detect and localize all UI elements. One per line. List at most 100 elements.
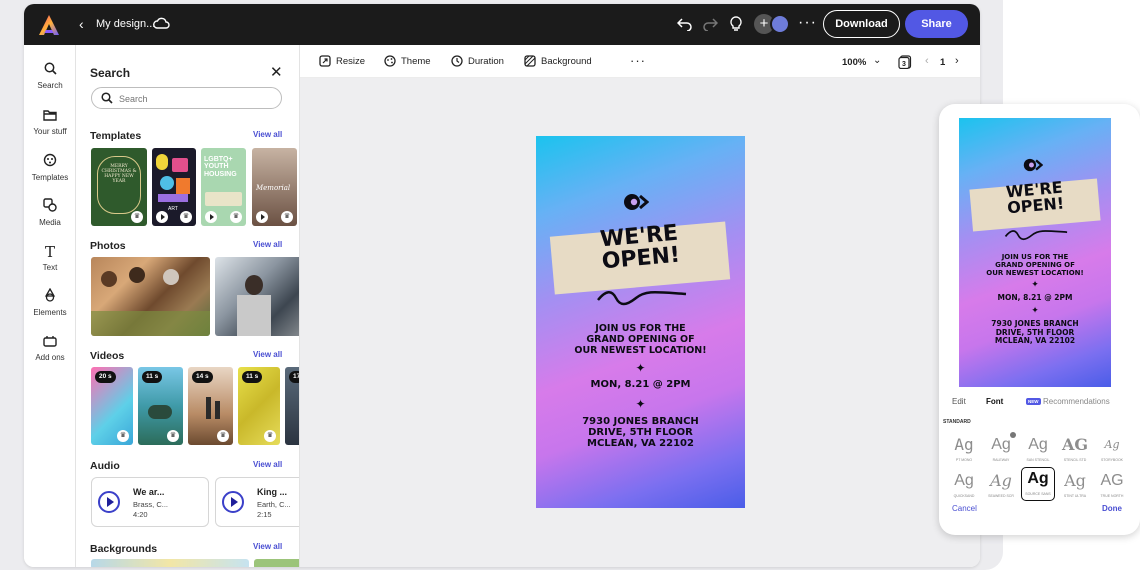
photo-thumb[interactable] xyxy=(91,257,210,336)
font-glyph: Ag xyxy=(954,435,974,454)
font-option[interactable]: Ag STINT ULTRA xyxy=(1058,470,1092,504)
document-title[interactable]: My design... xyxy=(96,18,155,30)
audio-card[interactable]: We ar... Brass, C... 4:20 xyxy=(91,477,209,527)
video-thumb[interactable]: 11 s ♛ xyxy=(238,367,280,445)
play-icon[interactable] xyxy=(222,491,244,513)
font-option[interactable]: Ag PT MONO xyxy=(947,434,981,468)
previous-page-icon[interactable]: ‹ xyxy=(925,55,929,67)
font-glyph: Ag xyxy=(1064,471,1086,490)
template-thumb[interactable]: LGBTQ+ YOUTH HOUSING ♛ xyxy=(201,148,246,226)
share-button[interactable]: Share xyxy=(905,10,968,38)
view-all-photos-link[interactable]: View all xyxy=(253,240,282,249)
premium-crown-icon: ♛ xyxy=(167,430,179,442)
view-all-backgrounds-link[interactable]: View all xyxy=(253,542,282,551)
clock-icon xyxy=(451,55,463,67)
premium-crown-icon: ♛ xyxy=(281,211,293,223)
theme-button[interactable]: Theme xyxy=(384,55,431,67)
background-thumb[interactable] xyxy=(91,559,249,567)
audio-subtitle: Earth, C... xyxy=(257,500,291,509)
premium-crown-icon: ♛ xyxy=(117,430,129,442)
rail-item-templates[interactable]: Templates xyxy=(24,153,76,182)
cancel-button[interactable]: Cancel xyxy=(952,504,977,513)
resize-button[interactable]: Resize xyxy=(319,55,365,67)
sparkle-icon: ✦ xyxy=(1031,280,1039,290)
canvas-area[interactable]: WE'RE OPEN! JOIN US FOR THE GRAND OPENIN… xyxy=(300,78,980,567)
section-title-videos: Videos xyxy=(90,350,125,362)
avatar[interactable] xyxy=(770,14,790,34)
duration-button[interactable]: Duration xyxy=(451,55,504,67)
premium-crown-icon: ♛ xyxy=(264,430,276,442)
close-icon[interactable]: ✕ xyxy=(270,63,283,81)
video-thumb[interactable]: 17 xyxy=(285,367,299,445)
back-chevron-icon[interactable]: ‹ xyxy=(79,16,84,32)
poster-artboard[interactable]: WE'RE OPEN! JOIN US FOR THE GRAND OPENIN… xyxy=(536,136,745,508)
font-option[interactable]: Ag RALEWAY xyxy=(984,432,1018,468)
pages-icon[interactable]: 3 xyxy=(898,55,912,69)
page-number: 1 xyxy=(940,57,946,68)
tab-recommendations[interactable]: Recommendations xyxy=(1043,397,1110,406)
rail-item-your-stuff[interactable]: Your stuff xyxy=(24,107,76,136)
search-input[interactable] xyxy=(119,91,269,106)
background-button[interactable]: Background xyxy=(524,55,592,67)
font-option[interactable]: Ag STORYBOOK xyxy=(1095,434,1129,468)
redo-icon[interactable] xyxy=(701,15,719,33)
font-option[interactable]: Ag QUICKSAND xyxy=(947,470,981,504)
rail-item-add-ons[interactable]: Add ons xyxy=(24,333,76,362)
font-name: STINT ULTRA xyxy=(1063,494,1087,498)
search-field[interactable] xyxy=(91,87,282,109)
font-option[interactable]: Ag SEAWEED SCR xyxy=(984,470,1018,504)
panel-title: Search xyxy=(90,66,131,80)
play-icon[interactable] xyxy=(98,491,120,513)
audio-duration: 2:15 xyxy=(257,510,272,519)
video-thumb[interactable]: 14 s ♛ xyxy=(188,367,233,445)
font-option-selected[interactable]: Ag SOURCE SANS xyxy=(1021,467,1055,501)
tab-font[interactable]: Font xyxy=(986,397,1003,406)
play-icon xyxy=(205,211,217,223)
cloud-icon[interactable] xyxy=(153,16,170,30)
audio-card[interactable]: King ... Earth, C... 2:15 xyxy=(215,477,299,527)
font-name: SAN STENCIL xyxy=(1026,458,1050,462)
background-icon xyxy=(524,55,536,67)
font-glyph: Ag xyxy=(954,472,974,489)
font-option[interactable]: AG STENCIL STD xyxy=(1058,434,1092,468)
font-option[interactable]: Ag SAN STENCIL xyxy=(1021,434,1055,468)
lightbulb-icon[interactable] xyxy=(727,15,745,33)
chevron-down-icon[interactable]: ⌄ xyxy=(873,55,881,66)
top-bar: ‹ My design... + ··· Download Share xyxy=(24,4,980,45)
font-name: TRUE NORTH xyxy=(1100,494,1124,498)
play-icon xyxy=(256,211,268,223)
tab-edit[interactable]: Edit xyxy=(952,397,966,406)
template-thumb[interactable]: ART ♛ xyxy=(152,148,196,226)
done-button[interactable]: Done xyxy=(1102,504,1122,513)
collaborators[interactable]: + xyxy=(754,14,790,34)
download-dot-icon xyxy=(1010,432,1016,438)
adobe-express-logo[interactable] xyxy=(38,14,60,36)
video-thumb[interactable]: 20 s ♛ xyxy=(91,367,133,445)
media-icon xyxy=(24,198,76,216)
view-all-audio-link[interactable]: View all xyxy=(253,460,282,469)
zoom-level[interactable]: 100% xyxy=(842,57,866,68)
template-thumb[interactable]: Memorial ♛ xyxy=(252,148,297,226)
duration-badge: 11 s xyxy=(242,371,263,383)
font-option[interactable]: AG TRUE NORTH xyxy=(1095,470,1129,504)
rail-item-media[interactable]: Media xyxy=(24,198,76,227)
view-all-templates-link[interactable]: View all xyxy=(253,130,282,139)
undo-icon[interactable] xyxy=(675,15,693,33)
video-thumb[interactable]: 11 s ♛ xyxy=(138,367,183,445)
font-glyph: Ag xyxy=(990,471,1012,490)
download-button[interactable]: Download xyxy=(823,10,900,38)
next-page-icon[interactable]: › xyxy=(955,55,959,67)
rail-item-text[interactable]: T Text xyxy=(24,243,76,272)
rail-item-elements[interactable]: Elements xyxy=(24,287,76,317)
more-options-icon[interactable]: ··· xyxy=(630,53,646,68)
poster-address-line: DRIVE, 5TH FLOOR xyxy=(588,427,693,438)
view-all-videos-link[interactable]: View all xyxy=(253,350,282,359)
photo-thumb[interactable] xyxy=(215,257,299,336)
mobile-poster[interactable]: WE'RE OPEN! JOIN US FOR THE GRAND OPENIN… xyxy=(959,118,1111,387)
rail-item-search[interactable]: Search xyxy=(24,61,76,90)
sparkle-icon: ✦ xyxy=(1031,306,1039,316)
more-options-icon[interactable]: ··· xyxy=(798,14,817,32)
template-thumb[interactable]: MERRY CHRISTMAS & HAPPY NEW YEAR ♛ xyxy=(91,148,147,226)
background-thumb[interactable] xyxy=(254,559,299,567)
font-section-label: STANDARD xyxy=(943,419,971,425)
